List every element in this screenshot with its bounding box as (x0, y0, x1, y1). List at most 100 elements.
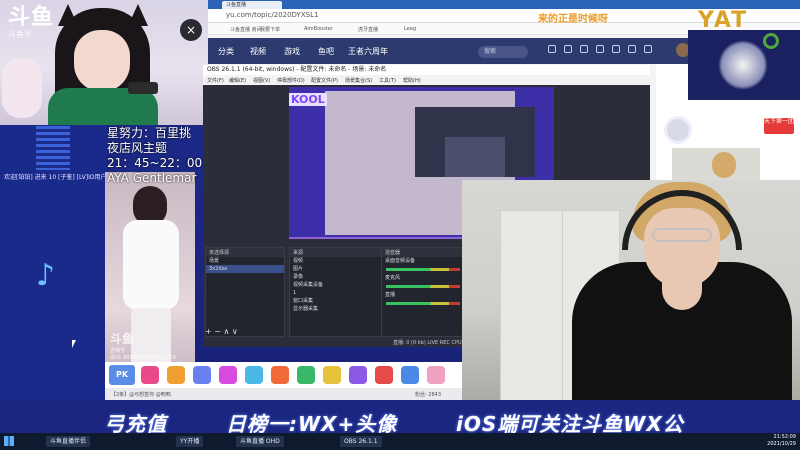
stream-screen: 斗鱼 斗鱼号 欢迎[铂铂] 进来 10 [子鉴] [LV]ID用户 11 进入直… (0, 0, 800, 450)
gift-icon[interactable] (427, 366, 445, 384)
event-line-3: 21：45~22：00 (107, 156, 203, 170)
obs-menu-scenes[interactable]: 场景集合(S) (345, 77, 372, 84)
obs-scenes-panel: 未选择源 场景 3x2dxe (205, 247, 285, 337)
nav-video[interactable]: 视频 (250, 46, 266, 57)
obs-menu-help[interactable]: 帮助(H) (403, 77, 421, 84)
event-line-1: 星努力：百里挑 (107, 126, 192, 140)
gift-icon[interactable] (245, 366, 263, 384)
streamer-webcam-small (672, 148, 760, 182)
nav-anniversary[interactable]: 王者六周年 (348, 46, 388, 57)
obs-menu-tools[interactable]: 工具(T) (379, 77, 396, 84)
watermark-sub: 直播号 (110, 348, 126, 354)
history-icon[interactable] (548, 45, 556, 53)
obs-menu-dock[interactable]: 停靠部件(D) (277, 77, 305, 84)
music-note-icon: ♪ (36, 258, 56, 293)
kool-label: KOOL (289, 93, 327, 106)
streamer-webcam-left: 斗鱼 斗鱼号 (0, 0, 208, 125)
taskbar-item[interactable]: 斗鱼直播 OHD (236, 436, 284, 447)
clock-time: 21:52:09 (773, 434, 796, 440)
clock-date: 2021/10/29 (767, 441, 796, 447)
nav-category[interactable]: 分类 (218, 46, 234, 57)
client-icon[interactable] (596, 45, 604, 53)
mixer-channel: 桌面音频设备 (385, 258, 416, 264)
nested-capture-2 (445, 137, 505, 177)
event-schedule: 星努力：百里挑 夜店风主题 21：45~22：00 AYA Gentlemar (107, 126, 203, 186)
bookmark-2[interactable]: 我要下单 (260, 26, 280, 33)
obs-menu-edit[interactable]: 编辑(E) (229, 77, 246, 84)
glasses (652, 228, 712, 242)
bookmark-3[interactable]: AimBooster (304, 26, 333, 32)
scene-item[interactable]: 场景 (206, 257, 284, 265)
nav-fishbar[interactable]: 鱼吧 (318, 46, 334, 57)
obs-menu-file[interactable]: 文件(F) (207, 77, 224, 84)
watermark-brand: 斗鱼 (110, 332, 135, 346)
volume-meter[interactable] (386, 302, 460, 305)
scene-item[interactable]: 3x2dxe (206, 265, 284, 273)
taskbar-item[interactable]: 斗鱼直播伴侣 (46, 436, 91, 447)
gift-icon[interactable] (297, 366, 315, 384)
small-cam-head (712, 152, 736, 178)
promo-disc-image (664, 116, 692, 144)
scenes-header: 未选择源 (206, 248, 284, 257)
taskbar-item[interactable]: OBS 26.1.1 (340, 436, 382, 447)
url-text[interactable]: yu.com/topic/2020DYXSL1 (226, 11, 318, 19)
taskbar-clock[interactable]: 21:52:09 2021/10/29 (752, 434, 796, 448)
volume-meter[interactable] (386, 285, 460, 288)
gift-icon[interactable] (271, 366, 289, 384)
avatar-ring (718, 40, 768, 90)
obs-menu-view[interactable]: 视图(V) (253, 77, 270, 84)
search-input[interactable]: 搜索 (478, 46, 528, 58)
close-button[interactable]: × (180, 19, 202, 41)
follow-icon[interactable] (564, 45, 572, 53)
browser-tab[interactable]: 斗鱼直播 (222, 1, 282, 9)
obs-titlebar: OBS 26.1.1 (64-bit, windows) - 配置文件: 未命名… (203, 65, 650, 75)
nested-capture (415, 107, 535, 177)
bookmark-4[interactable]: 虎牙直播 (358, 26, 378, 33)
bookmark-5[interactable]: Leag (404, 26, 416, 32)
fans-count: 粉丝: 2843 (415, 392, 441, 398)
mixer-channel: 麦克风 (385, 275, 401, 281)
gift-icon[interactable] (323, 366, 341, 384)
gift-icon[interactable] (219, 366, 237, 384)
gold-logo: YAT (698, 8, 749, 33)
obs-menubar: 文件(F) 编辑(E) 视图(V) 停靠部件(D) 配置文件(P) 场景集合(S… (203, 75, 650, 85)
streamer-webcam-right (462, 180, 800, 435)
gift-icon[interactable] (401, 366, 419, 384)
mixer-header: 混音器 (382, 248, 464, 257)
volume-meter[interactable] (386, 268, 460, 271)
obs-mixer-panel: 混音器 桌面音频设备 麦克风 直播 (381, 247, 465, 337)
promo-badge: 天下第一团 (764, 118, 794, 134)
download-icon[interactable] (628, 45, 636, 53)
gift-icon[interactable] (193, 366, 211, 384)
gift-icon[interactable] (349, 366, 367, 384)
nav-games[interactable]: 游戏 (284, 46, 300, 57)
douyu-watermark: 斗鱼 直播号 房间: 8930012 2021.10.29 (110, 330, 176, 361)
event-line-4: AYA Gentlemar (107, 171, 197, 185)
gift-icon[interactable] (375, 366, 393, 384)
stripe-banner (36, 126, 70, 170)
plush-toy (2, 58, 42, 118)
mouse-cursor-icon (72, 340, 76, 348)
windows-start-icon[interactable] (4, 436, 14, 446)
bookmark-1[interactable]: 斗鱼直播 房间 (230, 26, 262, 33)
microphone (128, 82, 158, 94)
logo-subtext: 斗鱼号 (8, 30, 32, 39)
windows-taskbar: 斗鱼直播伴侣 YY开播 斗鱼直播 OHD OBS 26.1.1 21:52:09… (0, 433, 800, 450)
caption-banner: 弓充值 日榜一:WX+头像 iOS端可关注斗鱼WX公 (0, 400, 800, 436)
message-icon[interactable] (612, 45, 620, 53)
gift-icon[interactable] (141, 366, 159, 384)
gift-icon[interactable] (167, 366, 185, 384)
comment-text[interactable]: 【2条】@弓想签你 @鸭鸭 (111, 391, 171, 398)
pk-button[interactable]: PK (109, 365, 135, 385)
taskbar-item[interactable]: YY开播 (176, 436, 204, 447)
event-line-2: 夜店风主题 (107, 141, 168, 155)
obs-menu-profile[interactable]: 配置文件(P) (311, 77, 338, 84)
watermark-room: 房间: 8930012 2021.10.29 (110, 355, 176, 361)
nav-icon-group (546, 43, 656, 61)
douyu-logo: 斗鱼 斗鱼号 (8, 6, 60, 58)
dancer-shirt (123, 220, 179, 310)
scene-controls[interactable]: + − ∧ ∨ (205, 327, 285, 336)
streamer-face (74, 30, 130, 92)
live-icon[interactable] (580, 45, 588, 53)
task-icon[interactable] (644, 45, 652, 53)
